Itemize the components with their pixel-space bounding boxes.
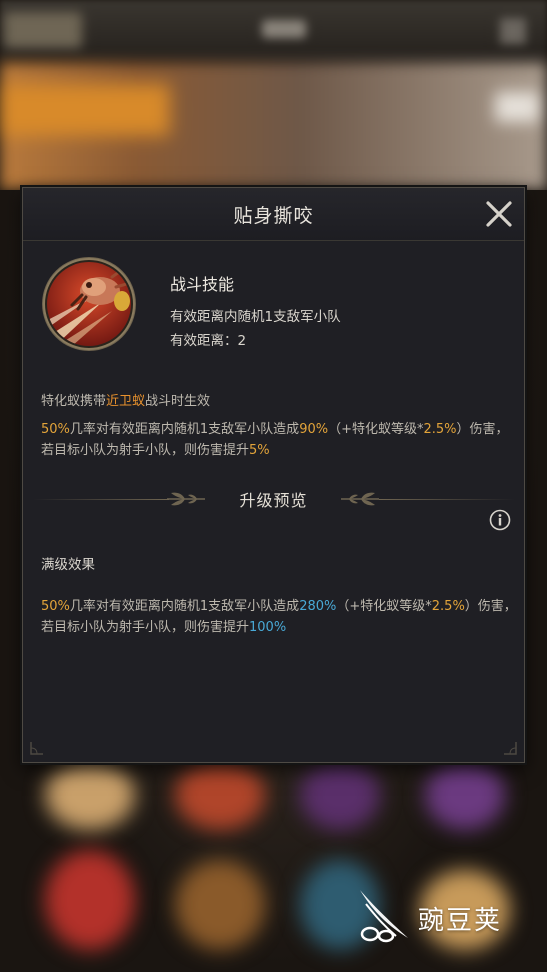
effect-damage-value: 90% [299,422,329,437]
background-top-bar [0,0,547,62]
skill-type-label: 战斗技能 [170,275,235,294]
effect-text-part: （+特化蚁等级* [328,422,424,437]
troop-type-highlight: 近卫蚁 [106,394,146,409]
ant-bite-skill-icon [42,257,136,351]
max-effect-text-part: 几率对有效距离内随机1支敌军小队造成 [69,599,300,614]
leaf-ornament-right-icon [341,492,379,506]
background-banner-highlight [0,84,170,136]
effect-chance: 50% [41,422,70,437]
max-effect-text-part: （+特化蚁等级* [336,599,432,614]
background-skill-slot [175,760,265,830]
info-icon[interactable] [489,509,511,531]
upgrade-preview-divider: 升级预览 [23,484,524,514]
background-title [262,20,306,38]
dialog-title: 贴身撕咬 [233,205,314,227]
close-icon[interactable] [484,199,514,229]
background-skill-slot [45,850,135,950]
skill-range-label: 有效距离：2 [170,333,247,349]
effect-text-part: 几率对有效距离内随机1支敌军小队造成 [69,422,300,437]
background-close-icon [500,18,526,44]
wandoujia-watermark: 豌豆荚 [352,882,522,948]
background-skill-slot [45,760,135,830]
max-level-label: 满级效果 [41,557,95,573]
max-effect-damage-value: 280% [299,599,337,614]
max-effect-chance: 50% [41,599,70,614]
dialog-header: 贴身撕咬 [23,188,524,241]
corner-ornament-icon [30,742,43,755]
background-skill-slot [425,760,505,830]
corner-ornament-icon [504,742,517,755]
watermark-text: 豌豆荚 [418,906,503,936]
skill-target-description: 有效距离内随机1支敌军小队 [170,309,341,325]
background-banner-box [495,92,540,122]
divider-line-right [379,499,515,500]
effect-condition-suffix: 战斗时生效 [145,394,211,409]
current-effect-text: 50%几率对有效距离内随机1支敌军小队造成90%（+特化蚁等级*2.5%）伤害，… [41,419,517,461]
max-effect-level-coefficient: 2.5% [431,599,465,614]
background-back-button [4,12,82,48]
max-effect-bonus-value: 100% [249,620,287,635]
effect-condition-prefix: 特化蚁携带 [41,394,107,409]
effect-level-coefficient: 2.5% [423,422,457,437]
effect-condition: 特化蚁携带近卫蚁战斗时生效 [41,390,210,409]
background-skill-slot [300,760,380,830]
background-banner [0,62,547,190]
effect-bonus-value: 5% [249,443,270,458]
background-skill-slot [175,860,265,950]
max-level-effect-text: 50%几率对有效距离内随机1支敌军小队造成280%（+特化蚁等级*2.5%）伤害… [41,596,517,638]
skill-detail-dialog: 贴身撕咬 战斗技能 有效距离内随机1支敌军小队 有效距离：2 特化蚁携带近卫蚁战… [22,187,525,763]
wandoujia-logo-icon [360,890,408,943]
